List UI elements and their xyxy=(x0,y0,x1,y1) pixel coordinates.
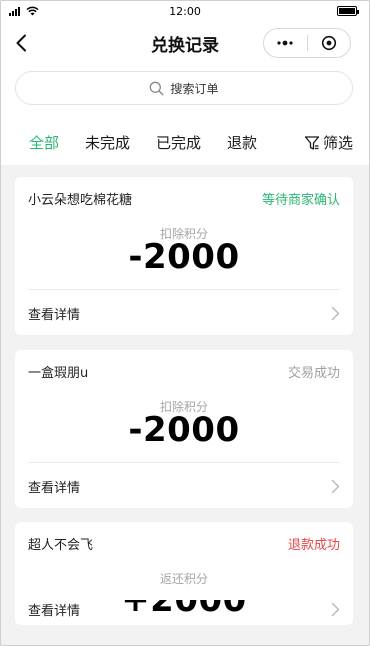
search-icon xyxy=(150,81,164,95)
app-frame: 12:00 兑换记录 搜索订单 全部 未完成 已完成 退款 筛选 小云朵想吃棉花… xyxy=(0,0,370,646)
view-details-label: 查看详情 xyxy=(28,603,81,619)
mini-program-capsule xyxy=(263,28,351,58)
order-tabs: 全部 未完成 已完成 退款 筛选 xyxy=(1,115,369,165)
order-card: 小云朵想吃棉花糖 等待商家确认 扣除积分 -2000 查看详情 xyxy=(15,177,353,335)
order-status: 等待商家确认 xyxy=(261,192,340,208)
chevron-right-icon xyxy=(331,479,340,493)
wifi-icon xyxy=(26,6,39,16)
search-area: 搜索订单 xyxy=(1,65,369,115)
points-label: 返还积分 xyxy=(159,572,208,586)
back-button[interactable] xyxy=(11,31,31,55)
points-value: -2000 xyxy=(128,237,240,277)
filter-label: 筛选 xyxy=(322,134,353,152)
nav-bar: 兑换记录 xyxy=(1,21,369,65)
tab-refund[interactable]: 退款 xyxy=(227,132,257,153)
points-value: -2000 xyxy=(128,410,240,450)
card-header: 超人不会飞 退款成功 xyxy=(28,534,340,553)
status-bar: 12:00 xyxy=(1,1,369,21)
status-time: 12:00 xyxy=(169,4,201,18)
order-status: 退款成功 xyxy=(287,537,340,553)
filter-button[interactable]: 筛选 xyxy=(304,132,353,153)
order-status: 交易成功 xyxy=(287,365,340,381)
view-details-link[interactable]: 查看详情 xyxy=(28,301,340,325)
card-header: 一盒瑕朋u 交易成功 xyxy=(28,362,340,381)
product-name: 超人不会飞 xyxy=(28,537,94,553)
search-input[interactable]: 搜索订单 xyxy=(15,71,353,105)
chevron-right-icon xyxy=(331,306,340,320)
view-details-link[interactable]: 查看详情 xyxy=(28,600,340,621)
view-details-link[interactable]: 查看详情 xyxy=(28,474,340,498)
target-close-icon xyxy=(321,35,336,51)
product-name: 一盒瑕朋u xyxy=(28,365,89,381)
tab-all[interactable]: 全部 xyxy=(29,132,59,153)
card-overlap-region: +2000 查看详情 xyxy=(15,600,353,622)
card-divider xyxy=(28,462,340,463)
search-placeholder: 搜索订单 xyxy=(170,81,219,96)
tab-incomplete[interactable]: 未完成 xyxy=(85,132,130,153)
chevron-right-icon xyxy=(331,602,340,616)
order-card: 超人不会飞 退款成功 返还积分 +2000 查看详情 xyxy=(15,522,353,625)
card-divider xyxy=(28,289,340,290)
view-details-label: 查看详情 xyxy=(28,307,81,323)
tab-completed[interactable]: 已完成 xyxy=(156,132,201,153)
signal-icon xyxy=(9,6,20,16)
filter-icon xyxy=(304,135,320,150)
more-button[interactable] xyxy=(264,29,307,57)
close-mini-program-button[interactable] xyxy=(308,29,351,57)
product-name: 小云朵想吃棉花糖 xyxy=(28,192,133,208)
order-card: 一盒瑕朋u 交易成功 扣除积分 -2000 查看详情 xyxy=(15,350,353,508)
view-details-label: 查看详情 xyxy=(28,480,81,496)
more-dots-icon xyxy=(277,40,293,46)
status-indicators xyxy=(9,6,39,16)
card-header: 小云朵想吃棉花糖 等待商家确认 xyxy=(28,189,340,208)
battery-icon xyxy=(337,6,359,16)
chevron-left-icon xyxy=(16,34,26,52)
